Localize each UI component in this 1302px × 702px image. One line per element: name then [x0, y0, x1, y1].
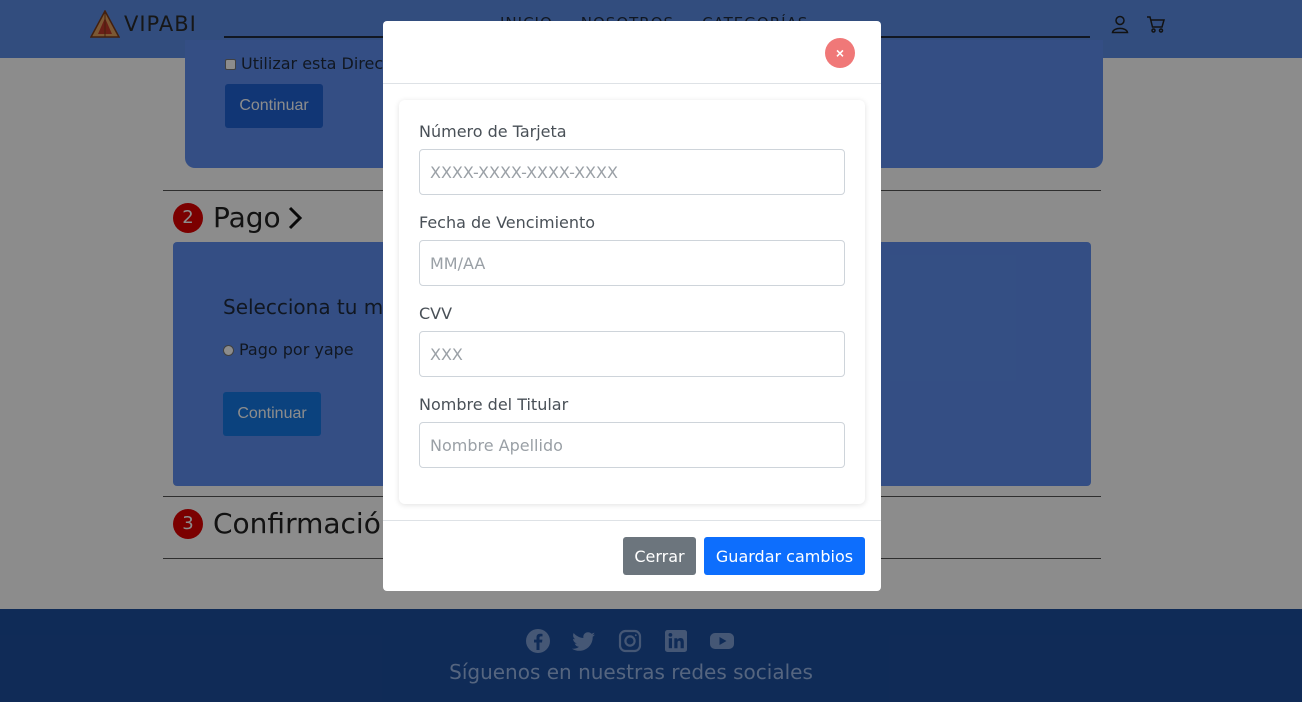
- expiry-date-input[interactable]: [419, 240, 845, 286]
- card-number-label: Número de Tarjeta: [419, 122, 567, 141]
- expiry-date-label: Fecha de Vencimiento: [419, 213, 596, 232]
- cvv-label: CVV: [419, 304, 453, 323]
- close-icon[interactable]: ×: [825, 38, 855, 68]
- save-changes-button[interactable]: Guardar cambios: [704, 537, 865, 575]
- card-number-input[interactable]: [419, 149, 845, 195]
- cvv-input[interactable]: [419, 331, 845, 377]
- cardholder-name-input[interactable]: [419, 422, 845, 468]
- card-form: Número de Tarjeta Fecha de Vencimiento C…: [399, 100, 865, 504]
- close-button[interactable]: Cerrar: [623, 537, 696, 575]
- cardholder-name-label: Nombre del Titular: [419, 395, 569, 414]
- card-payment-modal: × Número de Tarjeta Fecha de Vencimiento…: [383, 21, 881, 591]
- modal-footer: Cerrar Guardar cambios: [383, 520, 881, 591]
- modal-header: ×: [383, 21, 881, 84]
